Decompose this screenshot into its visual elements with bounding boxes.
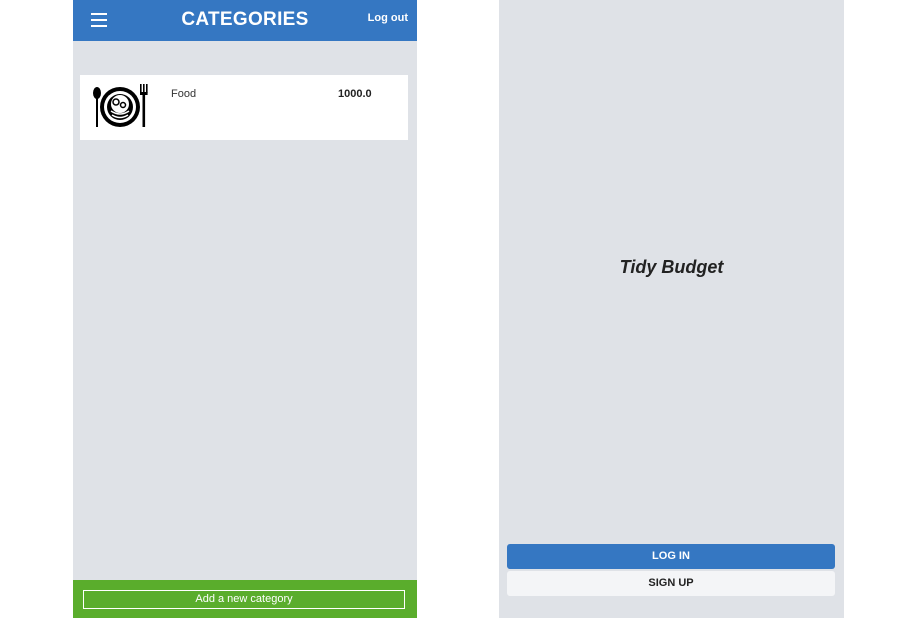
footer-bar: Add a new category xyxy=(73,580,417,618)
plate-fork-spoon-icon xyxy=(93,84,148,127)
add-category-button[interactable]: Add a new category xyxy=(83,590,405,609)
signup-button[interactable]: SIGN UP xyxy=(507,571,835,596)
category-amount: 1000.0 xyxy=(338,88,372,100)
page-title: CATEGORIES xyxy=(181,9,309,30)
welcome-screen: Tidy Budget LOG IN SIGN UP xyxy=(499,0,844,618)
app-header: CATEGORIES Log out xyxy=(73,0,417,41)
category-name: Food xyxy=(171,88,197,100)
app-title: Tidy Budget xyxy=(619,257,724,277)
categories-screen: CATEGORIES Log out Food 1000.0 Add a new… xyxy=(73,0,417,618)
logout-link[interactable]: Log out xyxy=(368,12,408,24)
login-button[interactable]: LOG IN xyxy=(507,544,835,569)
category-item[interactable]: Food 1000.0 xyxy=(80,75,408,140)
